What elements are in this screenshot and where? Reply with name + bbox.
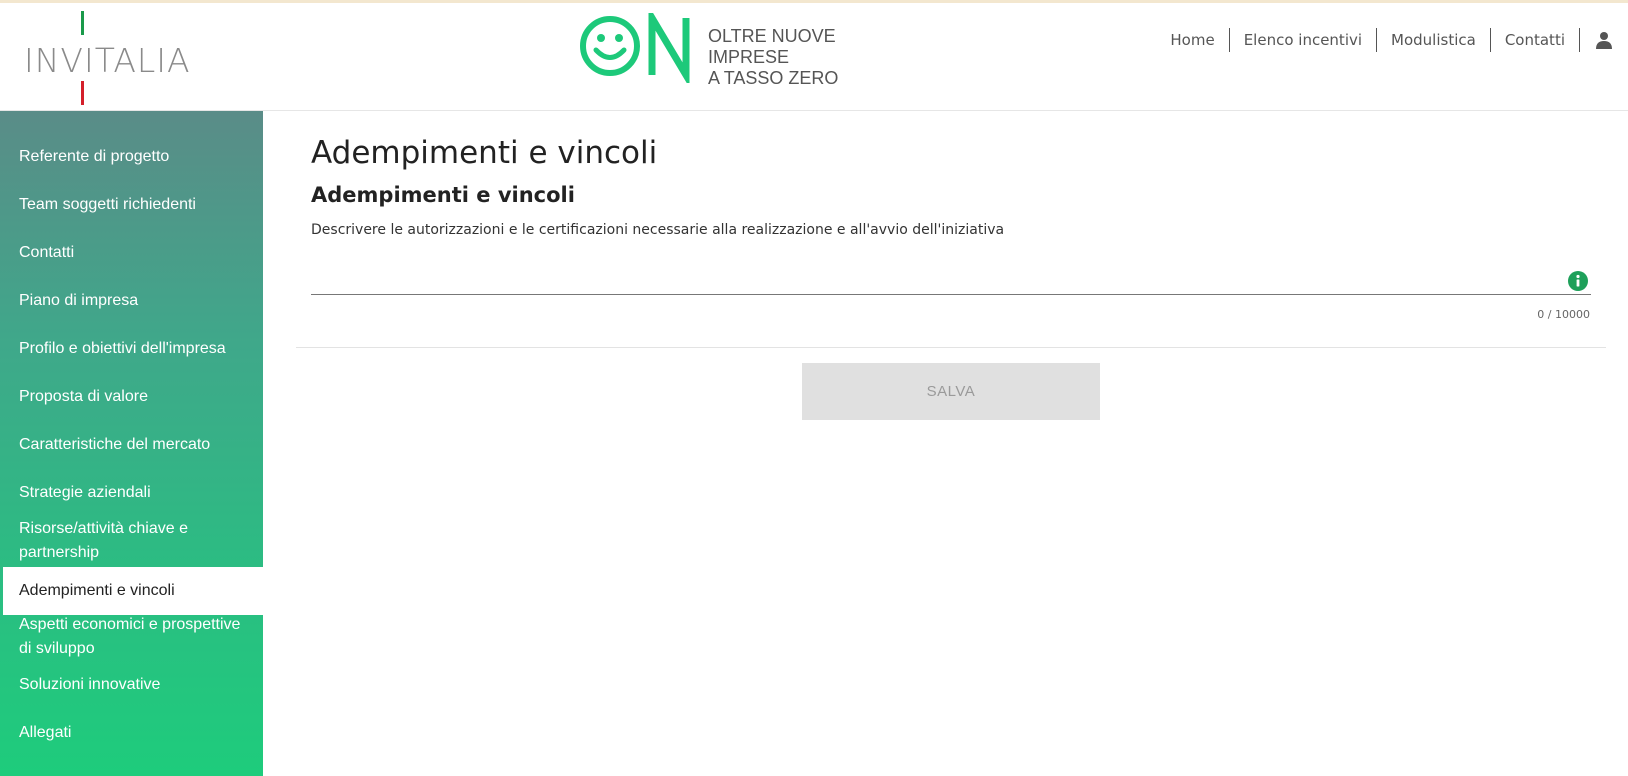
logo-red-bar bbox=[81, 81, 84, 105]
main-content: Adempimenti e vincoli Adempimenti e vinc… bbox=[263, 111, 1628, 776]
sidebar-item-aspetti-economici[interactable]: Aspetti economici e prospettive di svilu… bbox=[0, 613, 263, 661]
sidebar-item-proposta-valore[interactable]: Proposta di valore bbox=[0, 385, 263, 409]
sidebar-item-caratteristiche-mercato[interactable]: Caratteristiche del mercato bbox=[0, 433, 263, 457]
user-icon[interactable] bbox=[1580, 28, 1628, 52]
sidebar-item-contatti[interactable]: Contatti bbox=[0, 241, 263, 265]
sidebar-item-piano-impresa[interactable]: Piano di impresa bbox=[0, 289, 263, 313]
site-header: INVITALIA OLTRE NUOVE IMPRESE A TASSO ZE… bbox=[0, 3, 1628, 111]
tagline-line-1: OLTRE NUOVE IMPRESE bbox=[708, 26, 836, 67]
invitalia-logo[interactable]: INVITALIA bbox=[24, 11, 190, 105]
sidebar-item-strategie-aziendali[interactable]: Strategie aziendali bbox=[0, 481, 263, 505]
section-divider bbox=[296, 347, 1606, 348]
character-counter: 0 / 10000 bbox=[1537, 308, 1590, 321]
nav-modulistica[interactable]: Modulistica bbox=[1377, 28, 1491, 52]
sidebar-item-soluzioni-innovative[interactable]: Soluzioni innovative bbox=[0, 673, 263, 697]
sidebar-item-profilo-obiettivi[interactable]: Profilo e obiettivi dell'impresa bbox=[0, 337, 263, 361]
tagline-line-2: A TASSO ZERO bbox=[708, 68, 839, 88]
save-button[interactable]: SALVA bbox=[802, 363, 1100, 420]
nav-elenco-incentivi[interactable]: Elenco incentivi bbox=[1230, 28, 1378, 52]
sidebar-item-referente[interactable]: Referente di progetto bbox=[0, 145, 263, 169]
logo-green-bar bbox=[81, 11, 84, 35]
nav-home[interactable]: Home bbox=[1170, 28, 1230, 52]
page-title: Adempimenti e vincoli bbox=[311, 135, 658, 171]
sidebar-item-team[interactable]: Team soggetti richiedenti bbox=[0, 193, 263, 217]
sidebar-item-risorse-partnership[interactable]: Risorse/attività chiave e partnership bbox=[0, 517, 263, 565]
top-navigation: Home Elenco incentivi Modulistica Contat… bbox=[1170, 25, 1628, 55]
on-logo-tagline: OLTRE NUOVE IMPRESE A TASSO ZERO bbox=[708, 26, 878, 89]
sidebar-item-adempimenti-vincoli[interactable]: Adempimenti e vincoli bbox=[3, 567, 263, 615]
adempimenti-text-field[interactable] bbox=[311, 251, 1591, 295]
sidebar-item-allegati[interactable]: Allegati bbox=[0, 721, 263, 745]
field-description: Descrivere le autorizzazioni e le certif… bbox=[311, 222, 1005, 238]
smiley-on-icon bbox=[580, 13, 690, 83]
nav-contatti[interactable]: Contatti bbox=[1491, 28, 1580, 52]
on-logo[interactable]: OLTRE NUOVE IMPRESE A TASSO ZERO bbox=[578, 13, 878, 88]
section-subtitle: Adempimenti e vincoli bbox=[311, 183, 575, 207]
info-icon[interactable] bbox=[1568, 271, 1588, 291]
invitalia-wordmark: INVITALIA bbox=[24, 41, 191, 80]
sidebar: Referente di progetto Team soggetti rich… bbox=[0, 111, 263, 776]
